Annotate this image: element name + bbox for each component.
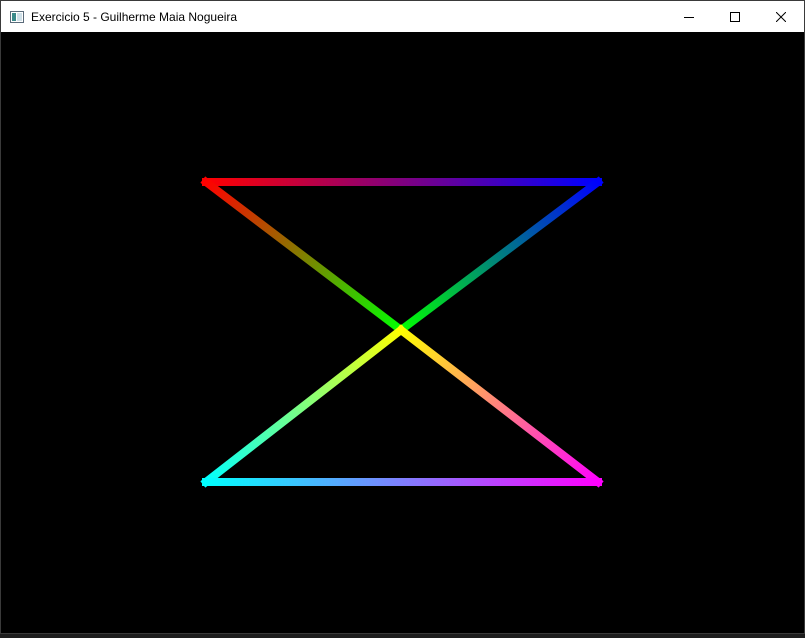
app-window: Exercicio 5 - Guilherme Maia Nogueira — [0, 0, 805, 634]
diagonal-center-to-bottom-left — [200, 324, 407, 488]
maximize-button[interactable] — [712, 1, 758, 32]
diagonal-top-right-to-center — [395, 176, 604, 336]
diagonal-top-left-to-center — [200, 176, 407, 336]
window-title: Exercicio 5 - Guilherme Maia Nogueira — [31, 9, 238, 24]
close-icon — [776, 11, 786, 22]
application-window-icon[interactable] — [9, 9, 25, 25]
hourglass-figure — [200, 176, 604, 488]
minimize-icon — [684, 16, 694, 18]
opengl-canvas[interactable] — [1, 32, 804, 633]
title-bar[interactable]: Exercicio 5 - Guilherme Maia Nogueira — [1, 1, 804, 32]
minimize-button[interactable] — [666, 1, 712, 32]
close-button[interactable] — [758, 1, 804, 32]
maximize-icon — [730, 11, 740, 22]
window-controls — [666, 1, 804, 32]
diagonal-center-to-bottom-right — [395, 324, 604, 488]
